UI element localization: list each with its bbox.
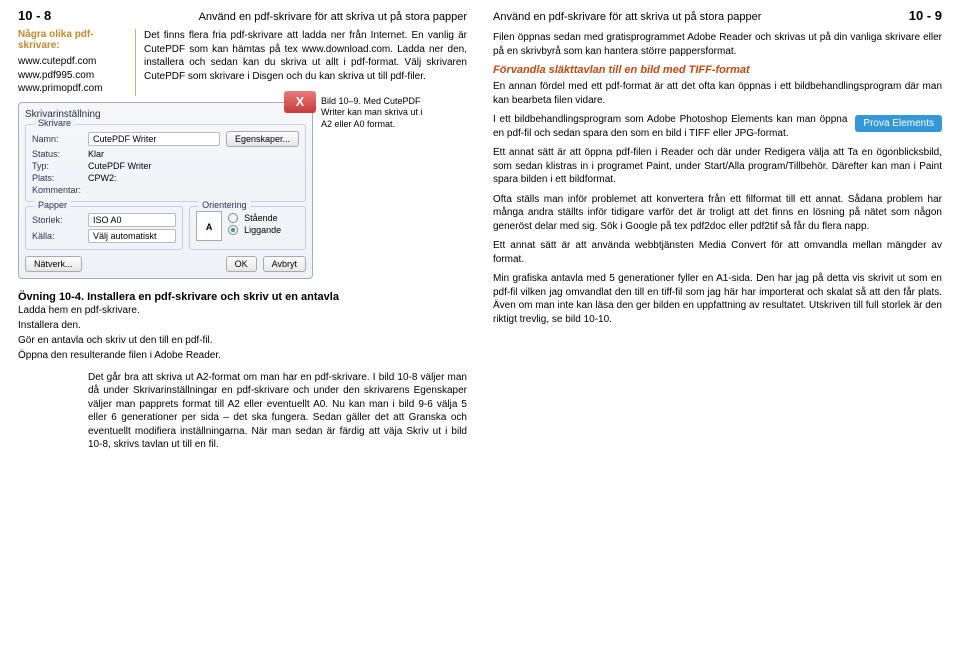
name-label: Namn: — [32, 134, 82, 144]
printer-group: Skrivare Namn: CutePDF Writer Egenskaper… — [25, 124, 306, 202]
sidebar-link-2: www.pdf995.com — [18, 69, 129, 83]
page-number-left: 10 - 8 — [18, 8, 51, 23]
figure-caption: Bild 10–9. Med CutePDF Writer kan man sk… — [321, 96, 431, 131]
landscape-label: Liggande — [244, 225, 281, 235]
plats-value: CPW2: — [88, 173, 117, 183]
page-header-left: 10 - 8 Använd en pdf-skrivare för att sk… — [18, 8, 467, 23]
sidebar-link-1: www.cutepdf.com — [18, 55, 129, 69]
name-field[interactable]: CutePDF Writer — [88, 132, 220, 146]
intro-paragraph: Det finns flera fria pdf-skrivare att la… — [144, 29, 467, 83]
network-button[interactable]: Nätverk... — [25, 256, 82, 272]
exercise-line-1: Ladda hem en pdf-skrivare. — [18, 303, 467, 318]
left-main-col: Det finns flera fria pdf-skrivare att la… — [144, 29, 467, 96]
kommentar-label: Kommentar: — [32, 185, 82, 195]
subheading: Förvandla släkttavlan till en bild med T… — [493, 64, 942, 76]
right-p5: Ofta ställs man inför problemet att konv… — [493, 193, 942, 234]
portrait-label: Stående — [244, 213, 278, 223]
running-head-right: Använd en pdf-skrivare för att skriva ut… — [493, 11, 761, 23]
figure-wrap: X Skrivarinställning Skrivare Namn: Cute… — [18, 96, 467, 287]
left-columns: Några olika pdf-skrivare: www.cutepdf.co… — [18, 29, 467, 96]
prova-elements-button[interactable]: Prova Elements — [855, 115, 942, 132]
printer-group-label: Skrivare — [34, 118, 75, 128]
exercise-title: Övning 10-4. Installera en pdf-skrivare … — [18, 291, 467, 303]
right-p1: Filen öppnas sedan med gratisprogrammet … — [493, 31, 942, 58]
left-page: 10 - 8 Använd en pdf-skrivare för att sk… — [18, 8, 467, 653]
close-icon[interactable]: X — [284, 91, 316, 113]
page-number-right: 10 - 9 — [909, 8, 942, 23]
kalla-label: Källa: — [32, 231, 82, 241]
status-value: Klar — [88, 149, 104, 159]
paper-group: Papper Storlek: ISO A0 Källa: Välj autom… — [25, 206, 183, 250]
page-header-right: Använd en pdf-skrivare för att skriva ut… — [493, 8, 942, 23]
storlek-label: Storlek: — [32, 215, 82, 225]
printer-settings-dialog: X Skrivarinställning Skrivare Namn: Cute… — [18, 102, 313, 279]
right-page: Använd en pdf-skrivare för att skriva ut… — [493, 8, 942, 653]
cancel-button[interactable]: Avbryt — [263, 256, 306, 272]
properties-button[interactable]: Egenskaper... — [226, 131, 299, 147]
status-label: Status: — [32, 149, 82, 159]
ok-button[interactable]: OK — [226, 256, 257, 272]
orientation-preview-icon: A — [196, 211, 222, 241]
exercise-line-4: Öppna den resulterande filen i Adobe Rea… — [18, 348, 467, 363]
exercise-line-2: Installera den. — [18, 318, 467, 333]
dialog-footer: Nätverk... OK Avbryt — [25, 256, 306, 272]
exercise-block: Övning 10-4. Installera en pdf-skrivare … — [18, 291, 467, 363]
right-p2: En annan fördel med ett pdf-format är at… — [493, 80, 942, 107]
kalla-field[interactable]: Välj automatiskt — [88, 229, 176, 243]
right-p6: Ett annat sätt är att använda webbtjänst… — [493, 239, 942, 266]
right-p4: Ett annat sätt är att öppna pdf-filen i … — [493, 146, 942, 187]
right-p7: Min grafiska antavla med 5 generationer … — [493, 272, 942, 326]
portrait-radio[interactable] — [228, 213, 238, 223]
sidebar-title: Några olika pdf-skrivare: — [18, 29, 129, 51]
orientation-group-label: Orientering — [198, 200, 251, 210]
landscape-radio[interactable] — [228, 225, 238, 235]
paper-group-label: Papper — [34, 200, 71, 210]
sidebar-box: Några olika pdf-skrivare: www.cutepdf.co… — [18, 29, 136, 96]
type-value: CutePDF Writer — [88, 161, 151, 171]
right-content: Filen öppnas sedan med gratisprogrammet … — [493, 31, 942, 332]
left-block-paragraph: Det går bra att skriva ut A2-format om m… — [88, 371, 467, 452]
storlek-field[interactable]: ISO A0 — [88, 213, 176, 227]
sidebar-link-3: www.primopdf.com — [18, 82, 129, 96]
running-head-left: Använd en pdf-skrivare för att skriva ut… — [199, 11, 467, 23]
orientation-group: Orientering A Stående Liggande — [189, 206, 306, 250]
type-label: Typ: — [32, 161, 82, 171]
exercise-line-3: Gör en antavla och skriv ut den till en … — [18, 333, 467, 348]
plats-label: Plats: — [32, 173, 82, 183]
